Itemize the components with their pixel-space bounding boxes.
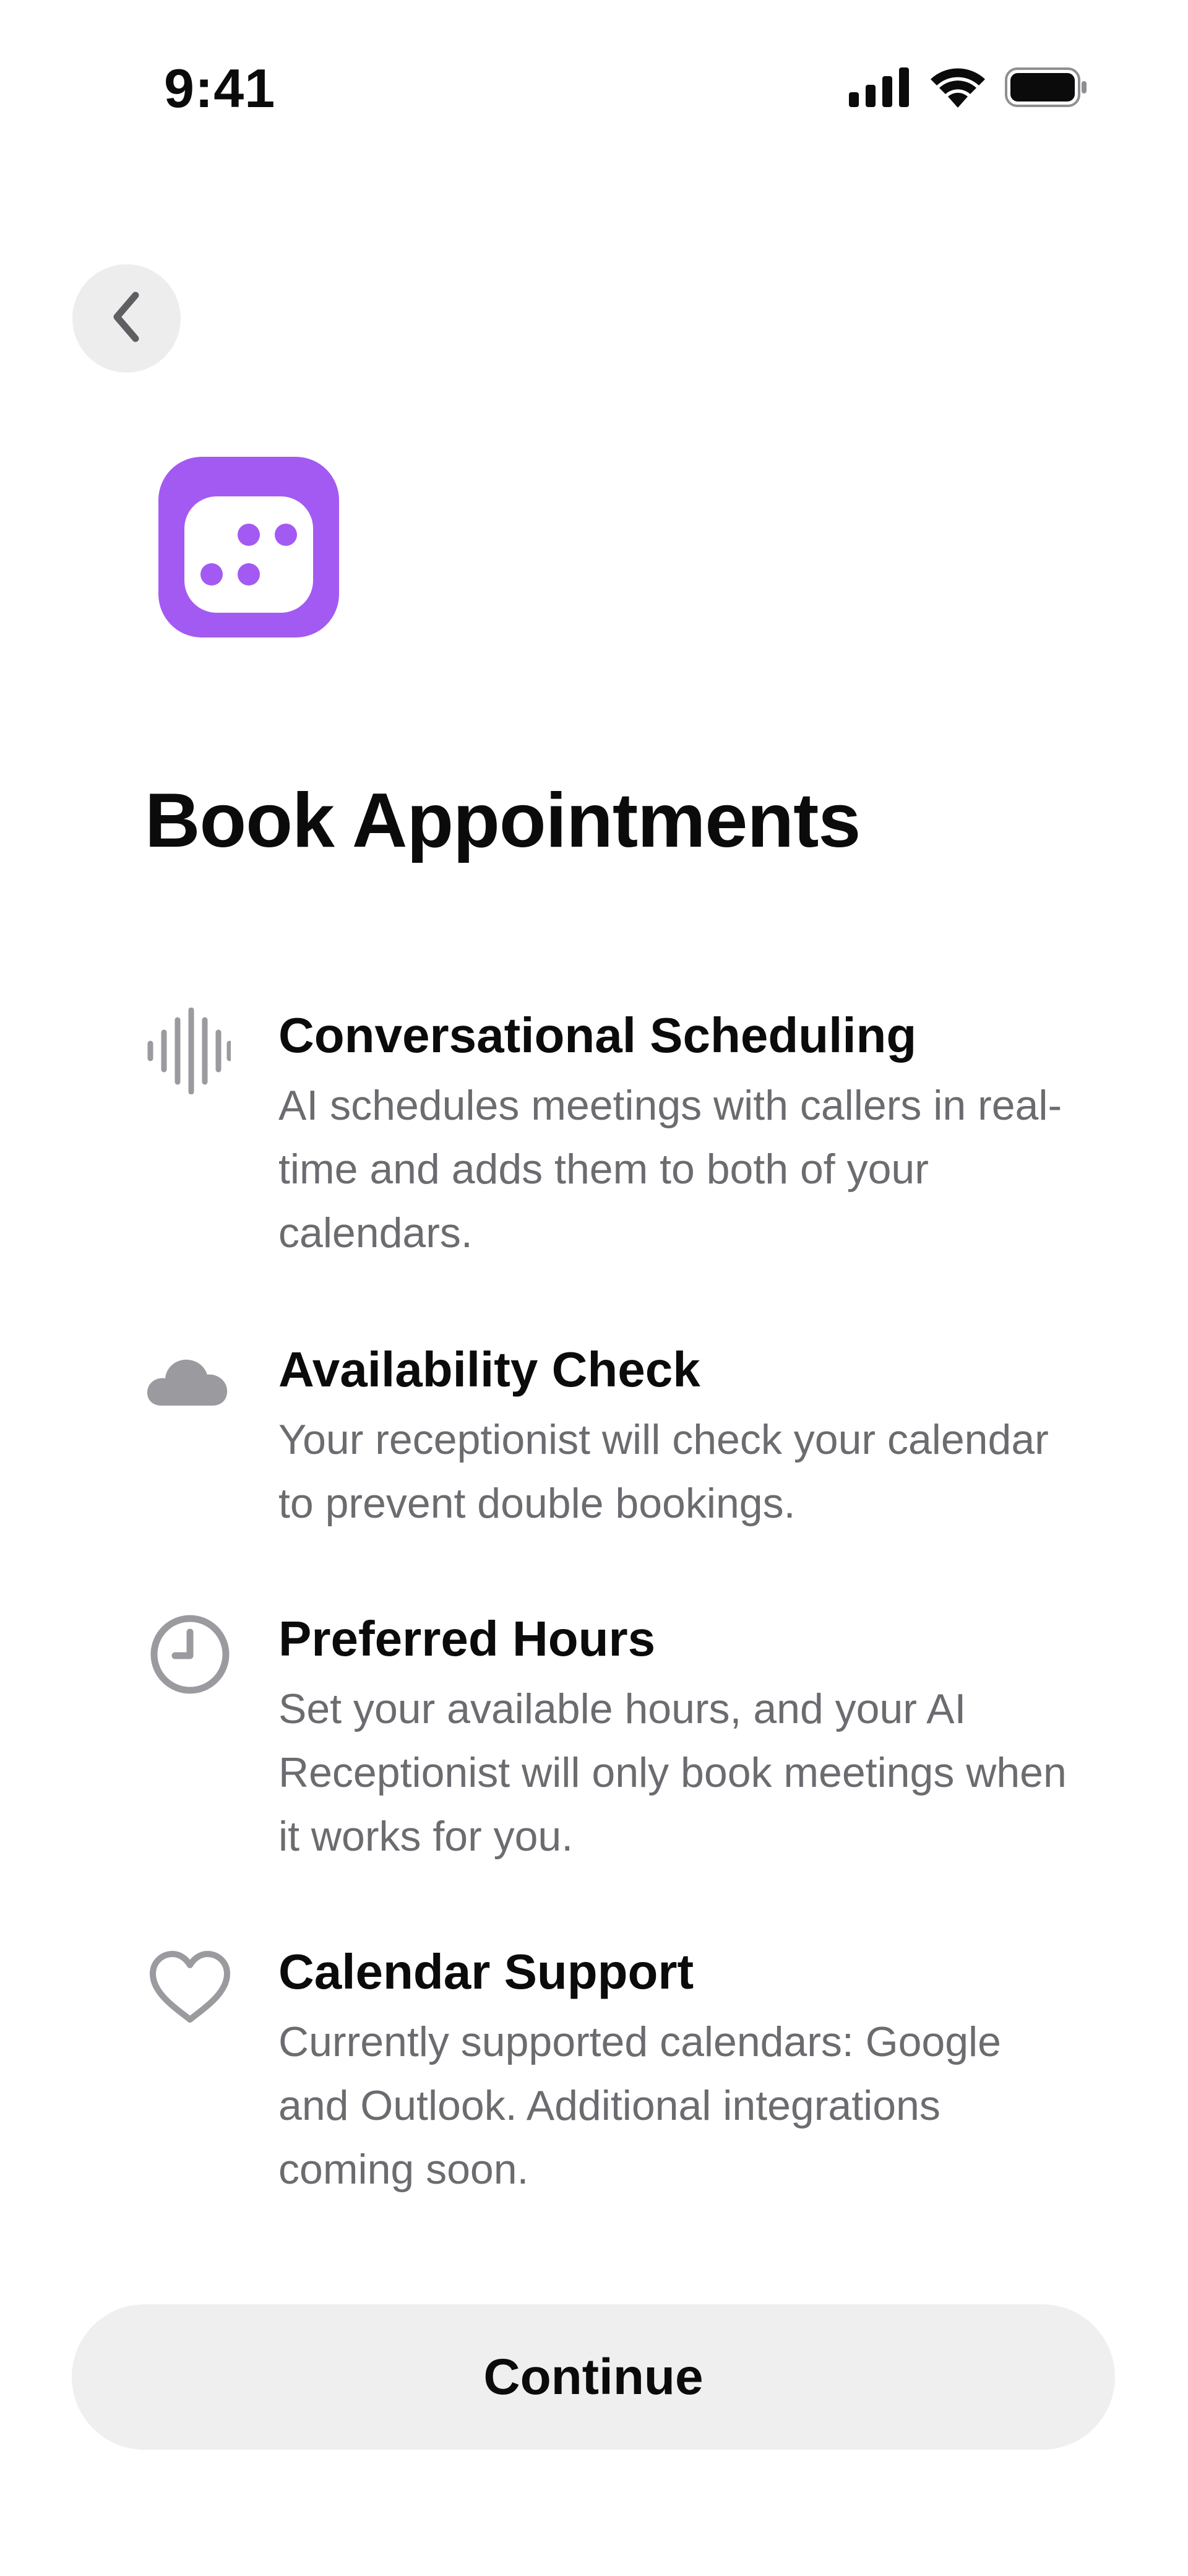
back-button[interactable] [72, 264, 181, 373]
cellular-signal-icon [849, 67, 911, 110]
battery-icon [1005, 67, 1088, 110]
feature-text: Preferred Hours Set your available hours… [278, 1608, 1070, 1869]
waveform-icon [141, 1005, 234, 1097]
status-time: 9:41 [164, 58, 276, 119]
feature-description: Your receptionist will check your calend… [278, 1416, 1049, 1527]
feature-title: Availability Check [278, 1342, 700, 1397]
chevron-left-icon [108, 289, 145, 348]
feature-title: Conversational Scheduling [278, 1008, 917, 1063]
page-title: Book Appointments [145, 778, 861, 863]
feature-description: AI schedules meetings with callers in re… [278, 1082, 1062, 1256]
feature-description: Set your available hours, and your AI Re… [278, 1685, 1067, 1860]
status-bar: 9:41 [0, 0, 1188, 136]
feature-text: Conversational Scheduling AI schedules m… [278, 1005, 1070, 1265]
continue-button[interactable]: Continue [72, 2304, 1115, 2450]
heart-icon [141, 1941, 234, 2034]
feature-text: Calendar Support Currently supported cal… [278, 1941, 1070, 2202]
dice-calendar-icon [158, 457, 339, 638]
wifi-icon [929, 67, 986, 111]
cloud-icon [141, 1334, 234, 1427]
feature-title: Preferred Hours [278, 1611, 656, 1666]
feature-title: Calendar Support [278, 1944, 694, 1999]
feature-description: Currently supported calendars: Google an… [278, 2018, 1001, 2193]
status-icons [849, 67, 1088, 111]
feature-text: Availability Check Your receptionist wil… [278, 1339, 1070, 1536]
clock-icon [141, 1608, 234, 1701]
